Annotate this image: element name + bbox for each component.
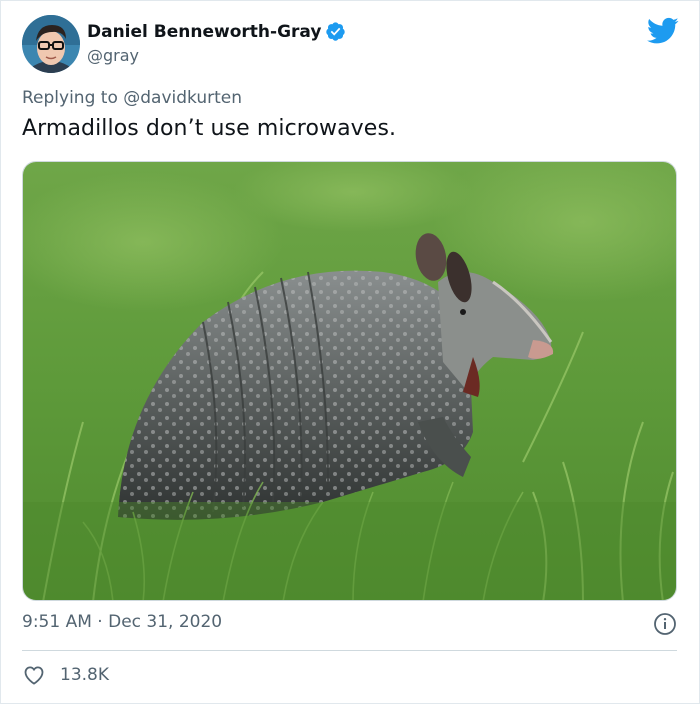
heart-icon [24, 666, 44, 685]
info-icon[interactable] [653, 612, 677, 636]
display-name[interactable]: Daniel Benneworth-Gray [87, 21, 346, 42]
reply-context: Replying to @davidkurten [22, 88, 242, 108]
tweet-photo[interactable] [22, 161, 677, 601]
like-button[interactable]: 13.8K [22, 663, 109, 687]
armadillo-photo [23, 162, 676, 600]
tweet-time[interactable]: 9:51 AM [22, 612, 92, 632]
divider [22, 650, 677, 651]
twitter-bird-icon[interactable] [647, 17, 679, 45]
tweet-timestamp: 9:51 AM · Dec 31, 2020 [22, 612, 222, 632]
avatar-image [22, 15, 80, 73]
meta-separator: · [97, 612, 103, 632]
tweet-date[interactable]: Dec 31, 2020 [108, 612, 222, 632]
display-name-text: Daniel Benneworth-Gray [87, 21, 322, 42]
reply-target-link[interactable]: @davidkurten [123, 88, 242, 108]
user-handle[interactable]: @gray [87, 46, 139, 65]
reply-prefix: Replying to [22, 88, 118, 108]
avatar[interactable] [22, 15, 80, 73]
like-count: 13.8K [60, 665, 109, 685]
verified-badge-icon [326, 22, 346, 41]
tweet-text: Armadillos don’t use microwaves. [22, 116, 397, 141]
